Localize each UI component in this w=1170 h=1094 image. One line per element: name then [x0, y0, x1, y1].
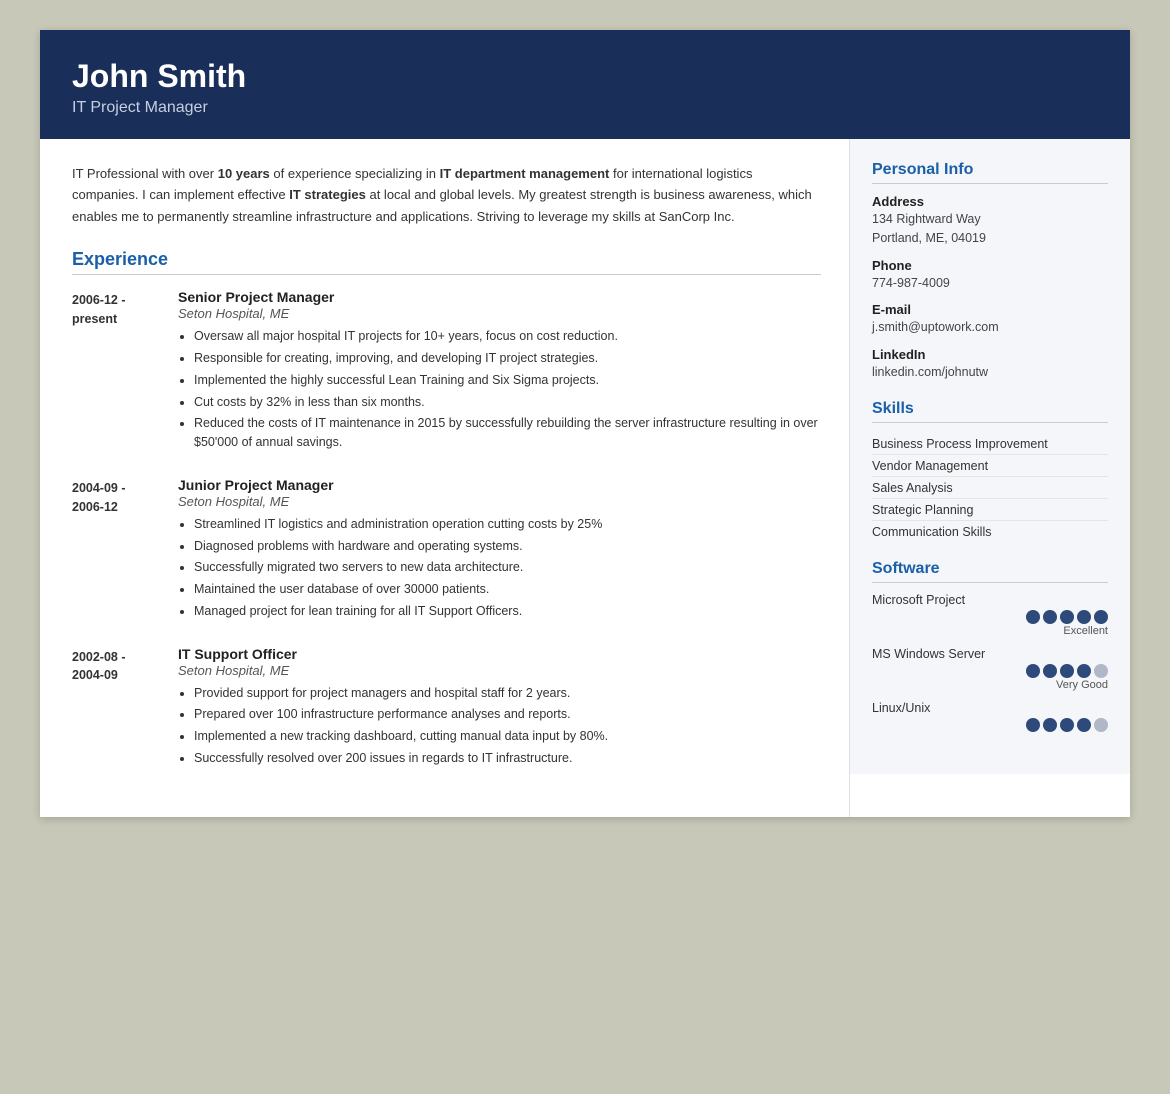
software-dots: [872, 664, 1108, 678]
exp-content: Junior Project Manager Seton Hospital, M…: [178, 477, 821, 624]
software-dot: [1026, 718, 1040, 732]
main-column: IT Professional with over 10 years of ex…: [40, 139, 850, 817]
software-dot: [1077, 664, 1091, 678]
linkedin-value: linkedin.com/johnutw: [872, 363, 1108, 382]
experience-section: Experience 2006-12 -present Senior Proje…: [72, 249, 821, 770]
bullet-item: Prepared over 100 infrastructure perform…: [194, 705, 821, 724]
software-name: Microsoft Project: [872, 593, 1108, 607]
bullet-item: Maintained the user database of over 300…: [194, 580, 821, 599]
bullet-item: Implemented a new tracking dashboard, cu…: [194, 727, 821, 746]
software-item: MS Windows Server Very Good: [872, 647, 1108, 691]
email-value: j.smith@uptowork.com: [872, 318, 1108, 337]
software-item: Linux/Unix: [872, 701, 1108, 732]
software-list: Microsoft Project Excellent MS Windows S…: [872, 593, 1108, 732]
exp-bullets: Streamlined IT logistics and administrat…: [178, 515, 821, 621]
software-title: Software: [872, 560, 1108, 583]
exp-company: Seton Hospital, ME: [178, 306, 821, 321]
software-dot: [1026, 610, 1040, 624]
phone-label: Phone: [872, 258, 1108, 273]
software-dot: [1077, 610, 1091, 624]
exp-content: Senior Project Manager Seton Hospital, M…: [178, 289, 821, 455]
exp-dates: 2004-09 -2006-12: [72, 477, 160, 624]
skills-section: Skills Business Process ImprovementVendo…: [872, 400, 1108, 542]
software-dot: [1077, 718, 1091, 732]
personal-info-title: Personal Info: [872, 161, 1108, 184]
bullet-item: Managed project for lean training for al…: [194, 602, 821, 621]
bullet-item: Cut costs by 32% in less than six months…: [194, 393, 821, 412]
address-value: 134 Rightward WayPortland, ME, 04019: [872, 210, 1108, 248]
linkedin-label: LinkedIn: [872, 347, 1108, 362]
bullet-item: Reduced the costs of IT maintenance in 2…: [194, 414, 821, 452]
bullet-item: Successfully migrated two servers to new…: [194, 558, 821, 577]
software-item: Microsoft Project Excellent: [872, 593, 1108, 637]
experience-item: 2006-12 -present Senior Project Manager …: [72, 289, 821, 455]
bullet-item: Provided support for project managers an…: [194, 684, 821, 703]
software-dot: [1043, 718, 1057, 732]
software-dots: [872, 718, 1108, 732]
side-column: Personal Info Address 134 Rightward WayP…: [850, 139, 1130, 774]
skill-item: Communication Skills: [872, 521, 1108, 542]
exp-bullets: Oversaw all major hospital IT projects f…: [178, 327, 821, 452]
exp-bullets: Provided support for project managers an…: [178, 684, 821, 768]
candidate-name: John Smith: [72, 58, 1098, 95]
software-dot: [1060, 718, 1074, 732]
address-label: Address: [872, 194, 1108, 209]
exp-dates: 2002-08 -2004-09: [72, 646, 160, 771]
software-section: Software Microsoft Project Excellent MS …: [872, 560, 1108, 732]
resume-container: John Smith IT Project Manager IT Profess…: [40, 30, 1130, 817]
software-name: MS Windows Server: [872, 647, 1108, 661]
software-dot: [1043, 610, 1057, 624]
bullet-item: Streamlined IT logistics and administrat…: [194, 515, 821, 534]
software-dot: [1026, 664, 1040, 678]
body-wrapper: IT Professional with over 10 years of ex…: [40, 139, 1130, 817]
exp-content: IT Support Officer Seton Hospital, ME Pr…: [178, 646, 821, 771]
skills-title: Skills: [872, 400, 1108, 423]
software-dot: [1094, 610, 1108, 624]
resume-header: John Smith IT Project Manager: [40, 30, 1130, 139]
bullet-item: Oversaw all major hospital IT projects f…: [194, 327, 821, 346]
email-label: E-mail: [872, 302, 1108, 317]
exp-job-title: Senior Project Manager: [178, 289, 821, 305]
summary-text: IT Professional with over 10 years of ex…: [72, 163, 821, 227]
bullet-item: Diagnosed problems with hardware and ope…: [194, 537, 821, 556]
personal-info-section: Personal Info Address 134 Rightward WayP…: [872, 161, 1108, 382]
phone-value: 774-987-4009: [872, 274, 1108, 293]
software-rating-label: Very Good: [872, 679, 1108, 691]
exp-company: Seton Hospital, ME: [178, 663, 821, 678]
bullet-item: Responsible for creating, improving, and…: [194, 349, 821, 368]
skills-list: Business Process ImprovementVendor Manag…: [872, 433, 1108, 542]
software-name: Linux/Unix: [872, 701, 1108, 715]
bullet-item: Implemented the highly successful Lean T…: [194, 371, 821, 390]
software-dot: [1060, 664, 1074, 678]
skill-item: Business Process Improvement: [872, 433, 1108, 455]
exp-job-title: IT Support Officer: [178, 646, 821, 662]
software-dot: [1094, 718, 1108, 732]
skill-item: Sales Analysis: [872, 477, 1108, 499]
software-dots: [872, 610, 1108, 624]
candidate-title: IT Project Manager: [72, 99, 1098, 117]
exp-dates: 2006-12 -present: [72, 289, 160, 455]
experience-list: 2006-12 -present Senior Project Manager …: [72, 289, 821, 770]
bullet-item: Successfully resolved over 200 issues in…: [194, 749, 821, 768]
exp-company: Seton Hospital, ME: [178, 494, 821, 509]
software-dot: [1094, 664, 1108, 678]
experience-title: Experience: [72, 249, 821, 275]
software-dot: [1060, 610, 1074, 624]
skill-item: Vendor Management: [872, 455, 1108, 477]
experience-item: 2002-08 -2004-09 IT Support Officer Seto…: [72, 646, 821, 771]
skill-item: Strategic Planning: [872, 499, 1108, 521]
software-rating-label: Excellent: [872, 625, 1108, 637]
software-dot: [1043, 664, 1057, 678]
experience-item: 2004-09 -2006-12 Junior Project Manager …: [72, 477, 821, 624]
exp-job-title: Junior Project Manager: [178, 477, 821, 493]
